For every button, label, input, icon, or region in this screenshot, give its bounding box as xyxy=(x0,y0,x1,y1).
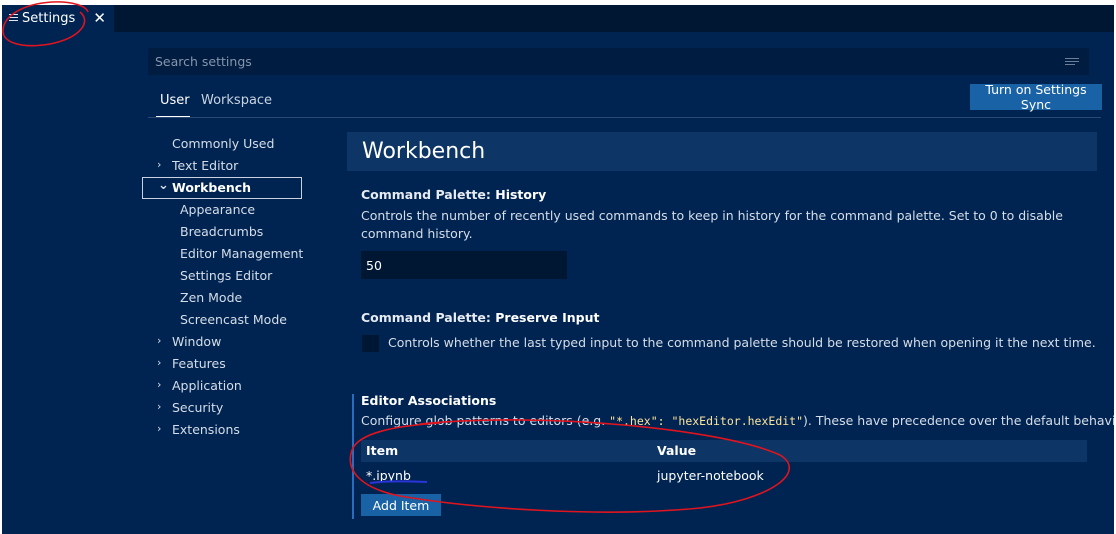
tab-label: Settings xyxy=(22,11,76,26)
history-number-input[interactable] xyxy=(361,251,567,279)
toc-item-application[interactable]: › Application xyxy=(142,375,302,397)
section-title: Workbench xyxy=(362,139,486,164)
setting-name: Preserve Input xyxy=(495,310,600,325)
blue-underline-mark xyxy=(369,480,428,484)
toc-item-commonly-used[interactable]: Commonly Used xyxy=(142,133,302,155)
section-header: Workbench xyxy=(347,132,1097,171)
search-input[interactable] xyxy=(148,48,1055,75)
setting-title-preserve-input: Command Palette: Preserve Input xyxy=(361,310,600,325)
row-value: jupyter-notebook xyxy=(657,468,764,483)
toc-label: Text Editor xyxy=(172,158,239,173)
toc-item-zen-mode[interactable]: Zen Mode xyxy=(142,287,302,309)
toc-label: Editor Management xyxy=(180,246,304,261)
scope-divider xyxy=(148,117,1101,118)
toc-label: Commonly Used xyxy=(172,136,275,151)
setting-description-editor-associations: Configure glob patterns to editors (e.g.… xyxy=(361,412,1114,430)
desc-suffix: ). These have precedence over the defaul… xyxy=(803,413,1114,428)
preserve-input-checkbox[interactable] xyxy=(362,335,379,352)
toc-label: Workbench xyxy=(172,180,252,195)
tab-workspace[interactable]: Workspace xyxy=(201,93,272,108)
toc-label: Breadcrumbs xyxy=(180,224,264,239)
column-header-item: Item xyxy=(366,443,399,458)
table-row[interactable]: *.ipynb jupyter-notebook xyxy=(361,465,1087,487)
toc-label: Application xyxy=(172,378,242,393)
settings-content: Workbench Command Palette: History Contr… xyxy=(347,132,1114,534)
toc-item-extensions[interactable]: › Extensions xyxy=(142,419,302,441)
chevron-down-icon: ⌄ xyxy=(158,178,169,193)
toc-item-editor-management[interactable]: Editor Management xyxy=(142,243,304,265)
code-sample: "*.hex": "hexEditor.hexEdit" xyxy=(609,414,804,428)
search-bar xyxy=(148,48,1089,75)
toc-label: Zen Mode xyxy=(180,290,243,305)
toc-item-text-editor[interactable]: › Text Editor xyxy=(142,155,302,177)
setting-description-preserve-input: Controls whether the last typed input to… xyxy=(388,335,1096,350)
toc-item-screencast-mode[interactable]: Screencast Mode xyxy=(142,309,302,331)
chevron-right-icon: › xyxy=(157,356,162,369)
column-header-value: Value xyxy=(657,443,697,458)
setting-title-editor-associations: Editor Associations xyxy=(361,393,497,408)
toc-label: Window xyxy=(172,334,222,349)
toc-item-window[interactable]: › Window xyxy=(142,331,302,353)
settings-sync-button[interactable]: Turn on Settings Sync xyxy=(970,82,1102,112)
tab-user[interactable]: User xyxy=(160,93,190,108)
chevron-right-icon: › xyxy=(157,378,162,391)
close-icon[interactable]: ✕ xyxy=(93,11,106,26)
tab-bar: Settings ✕ xyxy=(2,5,1114,32)
chevron-right-icon: › xyxy=(157,334,162,347)
setting-category: Command Palette: xyxy=(361,187,496,202)
menu-icon xyxy=(9,14,20,23)
toc-item-security[interactable]: › Security xyxy=(142,397,302,419)
toc-item-features[interactable]: › Features xyxy=(142,353,302,375)
desc-prefix: Configure glob patterns to editors (e.g. xyxy=(361,413,610,428)
setting-title-history: Command Palette: History xyxy=(361,187,546,202)
filter-icon[interactable] xyxy=(1065,58,1079,66)
setting-name: History xyxy=(495,187,547,202)
toc-item-appearance[interactable]: Appearance xyxy=(142,199,302,221)
toc-label: Features xyxy=(172,356,226,371)
tab-settings[interactable]: Settings ✕ xyxy=(2,5,114,32)
toc-item-workbench[interactable]: ⌄ Workbench xyxy=(142,177,302,199)
toc-item-settings-editor[interactable]: Settings Editor xyxy=(142,265,302,287)
modified-indicator xyxy=(352,394,354,519)
toc-label: Security xyxy=(172,400,224,415)
add-item-button[interactable]: Add Item xyxy=(361,494,441,516)
toc-label: Appearance xyxy=(180,202,256,217)
toc-label: Extensions xyxy=(172,422,240,437)
table-header: Item Value xyxy=(361,440,1087,462)
chevron-right-icon: › xyxy=(157,422,162,435)
setting-description-history: Controls the number of recently used com… xyxy=(361,208,1063,241)
toc-label: Settings Editor xyxy=(180,268,273,283)
settings-window: Settings ✕ User Workspace Turn on Settin… xyxy=(2,5,1114,534)
toc-item-breadcrumbs[interactable]: Breadcrumbs xyxy=(142,221,302,243)
chevron-right-icon: › xyxy=(157,400,162,413)
toc-label: Screencast Mode xyxy=(180,312,287,327)
setting-category: Command Palette: xyxy=(361,310,496,325)
chevron-right-icon: › xyxy=(157,158,162,171)
